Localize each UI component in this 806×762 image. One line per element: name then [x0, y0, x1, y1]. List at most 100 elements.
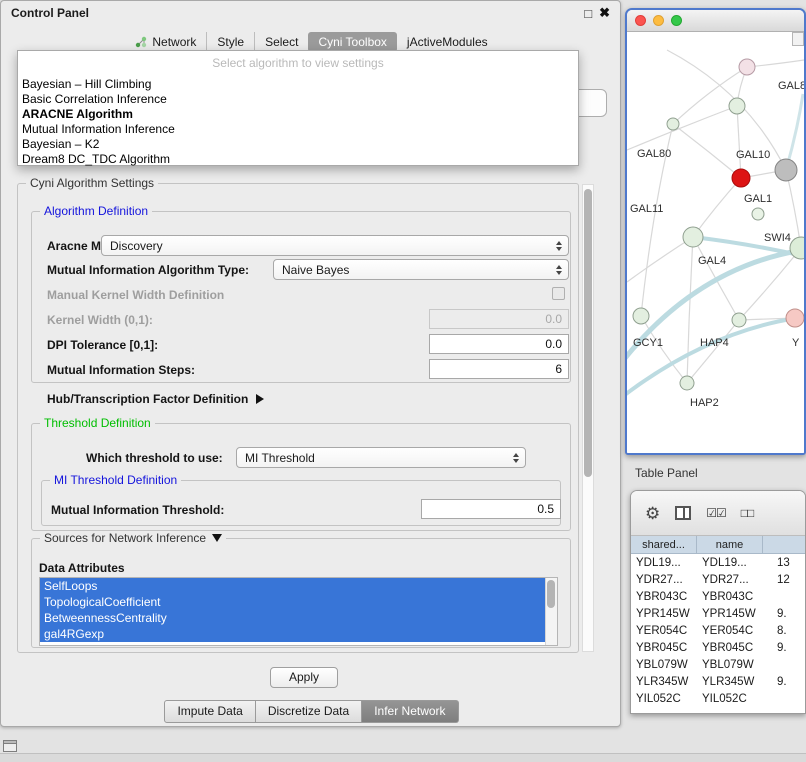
- network-node[interactable]: [786, 309, 804, 327]
- table-cell: YDR27...: [697, 574, 763, 586]
- data-attributes-list[interactable]: SelfLoopsTopologicalCoefficientBetweenne…: [39, 577, 558, 646]
- network-edge: [786, 94, 803, 170]
- mi-steps-input[interactable]: [429, 359, 569, 379]
- which-threshold-value: MI Threshold: [245, 451, 315, 465]
- network-edge: [627, 106, 737, 150]
- table-row[interactable]: YDL19...YDL19...13: [631, 554, 805, 571]
- table-cell: YPR145W: [697, 608, 763, 620]
- table-row[interactable]: YPR145WYPR145W9.: [631, 605, 805, 622]
- tab-network[interactable]: Network: [125, 32, 206, 52]
- table-row[interactable]: YER054CYER054C8.: [631, 622, 805, 639]
- attribute-list-item[interactable]: gal4RGexp: [40, 626, 545, 642]
- network-node[interactable]: [739, 59, 755, 75]
- bottom-tab-discretize-data[interactable]: Discretize Data: [256, 700, 362, 723]
- apply-button[interactable]: Apply: [270, 667, 338, 688]
- table-cell: 13: [763, 557, 805, 569]
- bottom-tab-infer-network[interactable]: Infer Network: [362, 700, 458, 723]
- kernel-width-label: Kernel Width (0,1):: [47, 313, 153, 327]
- select-all-columns-icon[interactable]: ☑☑: [706, 506, 726, 520]
- network-canvas-area: GAL8GAL80GAL10GAL11GAL1SWI4GAL4GCY1HAP4Y…: [627, 32, 804, 453]
- chevron-right-icon: [256, 394, 264, 404]
- chevron-down-icon: [212, 534, 222, 542]
- hub-definition-toggle[interactable]: Hub/Transcription Factor Definition: [47, 392, 264, 406]
- tab-style[interactable]: Style: [206, 32, 254, 52]
- node-label: HAP2: [690, 397, 719, 409]
- network-node[interactable]: [790, 237, 804, 259]
- gear-icon[interactable]: ⚙: [645, 505, 660, 522]
- attribute-list-item[interactable]: BetweennessCentrality: [40, 610, 545, 626]
- network-node[interactable]: [732, 313, 746, 327]
- network-edge: [627, 237, 693, 282]
- table-cell: YPR145W: [631, 608, 697, 620]
- close-traffic-light-icon[interactable]: [635, 15, 646, 26]
- restore-panel-icon[interactable]: [3, 740, 17, 752]
- tab-select[interactable]: Select: [254, 32, 308, 52]
- deselect-all-columns-icon[interactable]: □□: [741, 506, 754, 520]
- sources-toggle[interactable]: Sources for Network Inference: [40, 531, 226, 545]
- panel-tab-bar: NetworkStyleSelectCyni ToolboxjActiveMod…: [1, 31, 622, 52]
- list-scrollbar[interactable]: [545, 578, 557, 645]
- scrollbar-thumb[interactable]: [547, 580, 555, 608]
- table-row[interactable]: YIL052CYIL052C: [631, 690, 805, 707]
- mi-steps-label: Mutual Information Steps:: [47, 363, 195, 377]
- float-window-icon[interactable]: □: [584, 6, 592, 21]
- close-icon[interactable]: ✖: [599, 5, 610, 21]
- table-panel-window: ⚙ ☑☑ □□ shared... name YDL19...YDL19...1…: [630, 490, 806, 714]
- bottom-tab-impute-data[interactable]: Impute Data: [164, 700, 255, 723]
- mi-algorithm-type-select[interactable]: Naive Bayes: [273, 259, 569, 280]
- algorithm-option[interactable]: Bayesian – K2: [18, 137, 578, 152]
- table-cell: 8.: [763, 625, 805, 637]
- hub-definition-label: Hub/Transcription Factor Definition: [47, 392, 248, 406]
- zoom-traffic-light-icon[interactable]: [671, 15, 682, 26]
- table-row[interactable]: YBR043CYBR043C: [631, 588, 805, 605]
- columns-icon[interactable]: [675, 506, 691, 520]
- column-header[interactable]: shared...: [631, 536, 697, 553]
- minimize-traffic-light-icon[interactable]: [653, 15, 664, 26]
- attribute-list-item[interactable]: TopologicalCoefficient: [40, 594, 545, 610]
- table-row[interactable]: YBR045CYBR045C9.: [631, 639, 805, 656]
- threshold-definition-title: Threshold Definition: [40, 416, 155, 430]
- network-node[interactable]: [633, 308, 649, 324]
- which-threshold-select[interactable]: MI Threshold: [236, 447, 526, 468]
- column-header[interactable]: [763, 536, 805, 553]
- status-strip: [0, 753, 806, 762]
- table-cell: YBR043C: [631, 591, 697, 603]
- table-cell: YBL079W: [631, 659, 697, 671]
- network-node[interactable]: [752, 208, 764, 220]
- attribute-list-item[interactable]: SelfLoops: [40, 578, 545, 594]
- table-cell: YDR27...: [631, 574, 697, 586]
- tab-cyni-toolbox[interactable]: Cyni Toolbox: [308, 32, 396, 52]
- scrollbar-thumb[interactable]: [584, 189, 592, 477]
- control-panel-window: Control Panel □ ✖ NetworkStyleSelectCyni…: [0, 0, 621, 727]
- network-node[interactable]: [680, 376, 694, 390]
- settings-scrollbar[interactable]: [582, 184, 594, 652]
- algorithm-option[interactable]: Dream8 DC_TDC Algorithm: [18, 152, 578, 167]
- aracne-mode-select[interactable]: Discovery: [101, 235, 569, 256]
- network-node[interactable]: [775, 159, 797, 181]
- algorithm-option[interactable]: ARACNE Algorithm: [18, 107, 578, 122]
- network-graph[interactable]: GAL8GAL80GAL10GAL11GAL1SWI4GAL4GCY1HAP4Y…: [627, 32, 804, 453]
- network-edge: [673, 67, 747, 124]
- tab-jactivemodules[interactable]: jActiveModules: [397, 32, 498, 52]
- table-row[interactable]: YLR345WYLR345W9.: [631, 673, 805, 690]
- table-row[interactable]: YBL079WYBL079W: [631, 656, 805, 673]
- network-node[interactable]: [732, 169, 750, 187]
- algorithm-option[interactable]: Mutual Information Inference: [18, 122, 578, 137]
- dpi-tolerance-label: DPI Tolerance [0,1]:: [47, 338, 158, 352]
- table-header-row: shared... name: [631, 536, 805, 554]
- network-node[interactable]: [729, 98, 745, 114]
- network-node[interactable]: [667, 118, 679, 130]
- scrollbar-corner: [792, 32, 804, 46]
- dropdown-item-list: Bayesian – Hill ClimbingBasic Correlatio…: [18, 77, 578, 167]
- column-header[interactable]: name: [697, 536, 763, 553]
- mi-threshold-input[interactable]: [421, 499, 561, 519]
- dpi-tolerance-input[interactable]: [429, 334, 569, 354]
- algorithm-option[interactable]: Bayesian – Hill Climbing: [18, 77, 578, 92]
- manual-kernel-checkbox: [552, 287, 565, 300]
- table-row[interactable]: YDR27...YDR27...12: [631, 571, 805, 588]
- algorithm-option[interactable]: Basic Correlation Inference: [18, 92, 578, 107]
- node-label: GAL8: [778, 80, 804, 92]
- data-attributes-label: Data Attributes: [39, 561, 125, 575]
- manual-kernel-label: Manual Kernel Width Definition: [47, 288, 224, 302]
- network-node[interactable]: [683, 227, 703, 247]
